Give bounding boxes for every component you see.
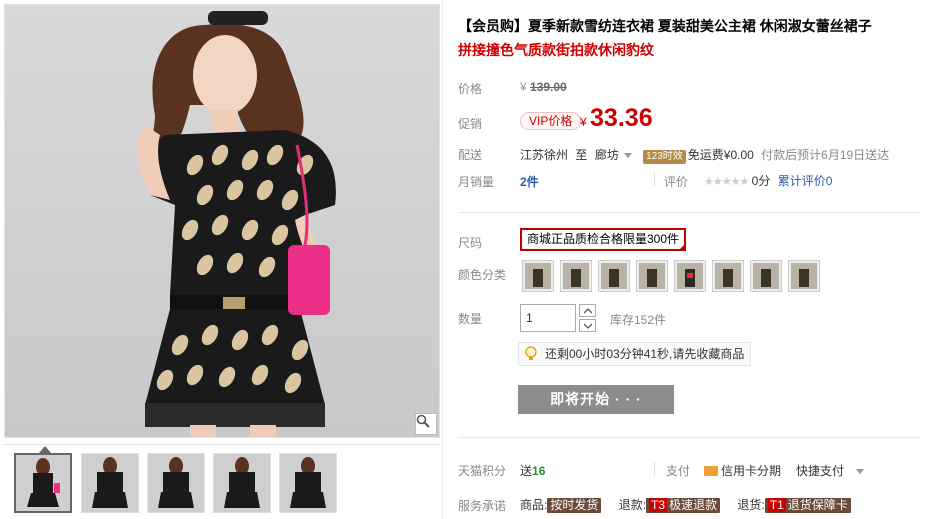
chevron-up-icon bbox=[583, 307, 592, 313]
credit-card-installment[interactable]: 信用卡分期 bbox=[704, 462, 781, 479]
thumbnail-4[interactable] bbox=[213, 453, 271, 513]
active-thumb-indicator bbox=[39, 446, 51, 453]
promo-value: 33.36 bbox=[590, 104, 653, 132]
quantity-increase-button[interactable] bbox=[579, 304, 596, 317]
quantity-decrease-button[interactable] bbox=[579, 319, 596, 332]
price-currency: ¥ bbox=[520, 80, 527, 94]
section-divider-2 bbox=[458, 437, 920, 438]
magnifier-icon bbox=[416, 414, 430, 428]
thumbnail-1[interactable] bbox=[14, 453, 72, 513]
quantity-label: 数量 bbox=[458, 312, 483, 326]
color-swatch-1[interactable] bbox=[522, 260, 554, 292]
lightbulb-icon bbox=[524, 346, 538, 369]
service-item-2-code: T3 bbox=[649, 498, 668, 512]
monthly-sales-count: 2件 bbox=[520, 175, 539, 189]
points-divider bbox=[654, 462, 655, 476]
color-swatch-7[interactable] bbox=[750, 260, 782, 292]
delivery-time-badge: 123时效 bbox=[643, 150, 686, 164]
promo-currency: ¥ bbox=[580, 115, 587, 129]
review-count-link[interactable]: 累计评价0 bbox=[778, 174, 833, 188]
section-divider-1 bbox=[458, 212, 920, 213]
thumbnail-2[interactable] bbox=[81, 453, 139, 513]
service-item-3-code: T1 bbox=[767, 498, 786, 512]
stock-count: 库存152件 bbox=[610, 313, 667, 327]
vip-price-badge: VIP价格 bbox=[520, 112, 582, 130]
main-product-image[interactable] bbox=[4, 4, 440, 438]
chevron-down-icon bbox=[583, 323, 592, 329]
points-info: 送16 bbox=[520, 462, 545, 479]
service-item-3-prefix: 退货: bbox=[737, 498, 765, 512]
service-item-3-text: 退货保障卡 bbox=[787, 498, 848, 512]
color-swatch-4[interactable] bbox=[636, 260, 668, 292]
shipping-info: 江苏徐州 至 廊坊 123时效 免运费¥0.00 付款后预计6月19日送达 bbox=[520, 146, 889, 164]
service-item-1-tag[interactable]: 按时发货 bbox=[547, 498, 602, 513]
product-title-line-2: 拼接撞色气质款街拍款休闲豹纹 bbox=[458, 42, 654, 58]
color-swatch-2[interactable] bbox=[560, 260, 592, 292]
quick-pay-text: 快捷支付 bbox=[796, 464, 845, 478]
countdown-text: 还剩00小时03分钟41秒,请先收藏商品 bbox=[545, 347, 745, 361]
points-label: 天猫积分 bbox=[458, 464, 507, 478]
service-items: 商品: 按时发货 退款: T3 极速退款 退货: T1 退货保障卡 bbox=[520, 496, 851, 513]
thumbnail-3[interactable] bbox=[147, 453, 205, 513]
shipping-label: 配送 bbox=[458, 148, 483, 162]
price-label: 价格 bbox=[458, 82, 483, 96]
color-swatch-5[interactable] bbox=[674, 260, 706, 292]
size-option-selected[interactable]: 商城正品质检合格限量300件 bbox=[520, 228, 687, 251]
rating-score: 0分 bbox=[751, 174, 771, 188]
shipping-from: 江苏徐州 bbox=[520, 148, 569, 162]
color-swatch-3[interactable] bbox=[598, 260, 630, 292]
model-illustration bbox=[137, 11, 336, 437]
promo-label: 促销 bbox=[458, 117, 483, 131]
countdown-notice: 还剩00小时03分钟41秒,请先收藏商品 bbox=[518, 342, 752, 369]
credit-card-icon bbox=[704, 465, 718, 476]
quantity-input[interactable]: 1 bbox=[520, 304, 576, 332]
shipping-fee: 免运费¥0.00 bbox=[687, 148, 754, 162]
service-item-1-prefix: 商品: bbox=[520, 498, 548, 512]
sales-divider bbox=[654, 172, 655, 186]
thumbnail-strip bbox=[4, 444, 440, 519]
points-prefix: 送 bbox=[520, 464, 533, 478]
service-item-2-prefix: 退款: bbox=[618, 498, 647, 512]
size-option-text: 商城正品质检合格限量300件 bbox=[527, 232, 680, 246]
color-swatch-8[interactable] bbox=[788, 260, 820, 292]
quick-pay-select[interactable]: 快捷支付 bbox=[796, 462, 865, 479]
chevron-down-icon bbox=[856, 469, 865, 475]
monthly-sales-label: 月销量 bbox=[458, 175, 495, 189]
coming-soon-button[interactable]: 即将开始 · · · bbox=[518, 385, 674, 414]
product-detail-panel: 【会员购】夏季新款雪纺连衣裙 夏装甜美公主裙 休闲淑女蕾丝裙子 拼接撞色气质款街… bbox=[458, 0, 928, 519]
column-divider bbox=[442, 0, 443, 519]
shipping-to-word: 至 bbox=[575, 148, 588, 162]
shipping-eta: 付款后预计6月19日送达 bbox=[761, 148, 890, 162]
size-label: 尺码 bbox=[458, 236, 483, 250]
selected-check-icon bbox=[678, 243, 687, 251]
color-label: 颜色分类 bbox=[458, 268, 507, 282]
credit-card-text: 信用卡分期 bbox=[721, 464, 782, 478]
product-gallery bbox=[4, 4, 440, 519]
product-title-line-1: 【会员购】夏季新款雪纺连衣裙 夏装甜美公主裙 休闲淑女蕾丝裙子 bbox=[458, 18, 872, 34]
original-price: ¥ 139.00 bbox=[520, 80, 567, 94]
promo-price: ¥ 33.36 bbox=[580, 104, 653, 133]
service-item-2-tag[interactable]: T3 极速退款 bbox=[646, 498, 721, 513]
shipping-destination-select[interactable]: 廊坊 bbox=[595, 148, 632, 162]
service-item-2-text: 极速退款 bbox=[669, 498, 718, 512]
zoom-button[interactable] bbox=[415, 413, 437, 435]
rating-label: 评价 bbox=[664, 175, 689, 189]
service-label: 服务承诺 bbox=[458, 499, 507, 513]
price-value: 139.00 bbox=[530, 80, 567, 94]
service-item-3-tag[interactable]: T1 退货保障卡 bbox=[764, 498, 851, 513]
shipping-destination: 廊坊 bbox=[594, 148, 619, 162]
rating-stars-icon: ★★★★★ bbox=[704, 176, 749, 188]
points-value: 16 bbox=[532, 464, 546, 478]
color-swatch-6[interactable] bbox=[712, 260, 744, 292]
chevron-down-icon bbox=[623, 153, 632, 159]
rating-info: ★★★★★ 0分 累计评价0 bbox=[704, 172, 832, 189]
thumbnail-5[interactable] bbox=[279, 453, 337, 513]
payment-label: 支付 bbox=[666, 464, 691, 478]
